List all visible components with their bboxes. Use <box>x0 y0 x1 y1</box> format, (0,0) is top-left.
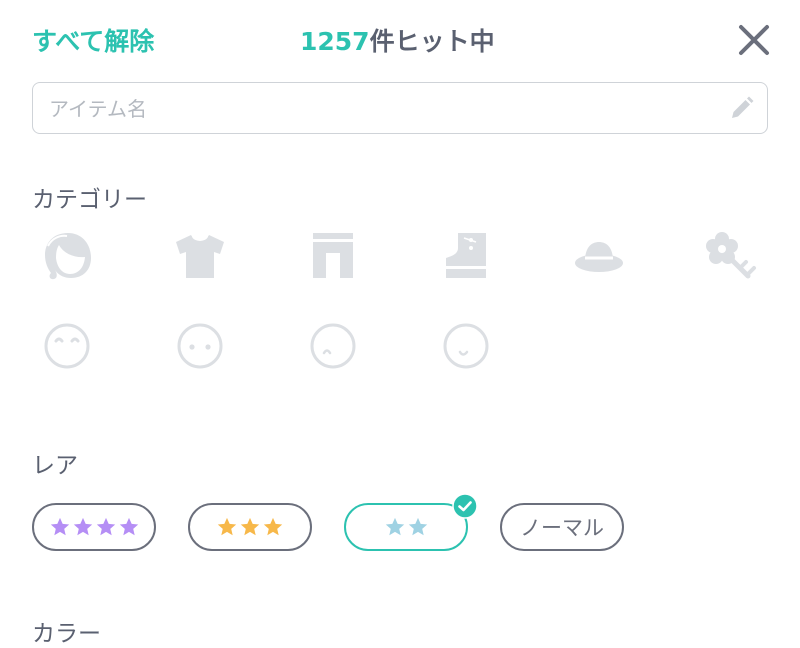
star-icon <box>119 517 138 536</box>
rarity-3-star-button[interactable] <box>188 503 312 551</box>
hat-icon[interactable] <box>571 228 627 284</box>
face-smile-eyes-icon[interactable] <box>40 318 96 374</box>
hit-count-suffix: 件ヒット中 <box>369 27 495 56</box>
pencil-icon <box>732 96 754 118</box>
hit-count: 1257件ヒット中 <box>300 22 495 58</box>
color-title: カラー <box>32 621 101 647</box>
rarity-normal-label: ノーマル <box>520 516 604 540</box>
star-icon <box>96 517 115 536</box>
bottoms-icon[interactable] <box>305 228 361 284</box>
clear-all-button[interactable]: すべて解除 <box>32 22 154 58</box>
star-group <box>346 505 466 549</box>
hair-icon[interactable] <box>40 228 96 284</box>
star-icon <box>240 517 260 536</box>
star-icon <box>385 517 404 536</box>
face-happy-icon[interactable] <box>438 318 494 374</box>
hit-count-number: 1257 <box>300 27 370 56</box>
face-dot-eyes-icon[interactable] <box>172 318 228 374</box>
item-name-search[interactable] <box>32 82 768 135</box>
rarity-normal-button[interactable]: ノーマル <box>500 503 624 551</box>
star-icon <box>263 517 283 536</box>
item-name-input[interactable] <box>47 83 721 135</box>
rarity-4-star-button[interactable] <box>32 503 156 551</box>
face-sad-icon[interactable] <box>305 318 361 374</box>
star-icon <box>50 517 69 536</box>
star-icon <box>408 517 427 536</box>
rarity-2-star-button[interactable] <box>344 493 478 551</box>
star-group <box>190 505 310 549</box>
close-icon[interactable] <box>734 20 774 60</box>
rarity-title: レア <box>32 453 78 479</box>
category-title: カテゴリー <box>32 187 147 213</box>
accessory-icon[interactable] <box>704 228 760 284</box>
filter-header: すべて解除 1257件ヒット中 <box>0 0 800 78</box>
tops-icon[interactable] <box>172 228 228 284</box>
star-icon <box>73 517 92 536</box>
check-icon <box>452 493 478 519</box>
shoes-icon[interactable] <box>438 228 494 284</box>
star-group <box>34 505 154 549</box>
star-icon <box>217 517 237 536</box>
